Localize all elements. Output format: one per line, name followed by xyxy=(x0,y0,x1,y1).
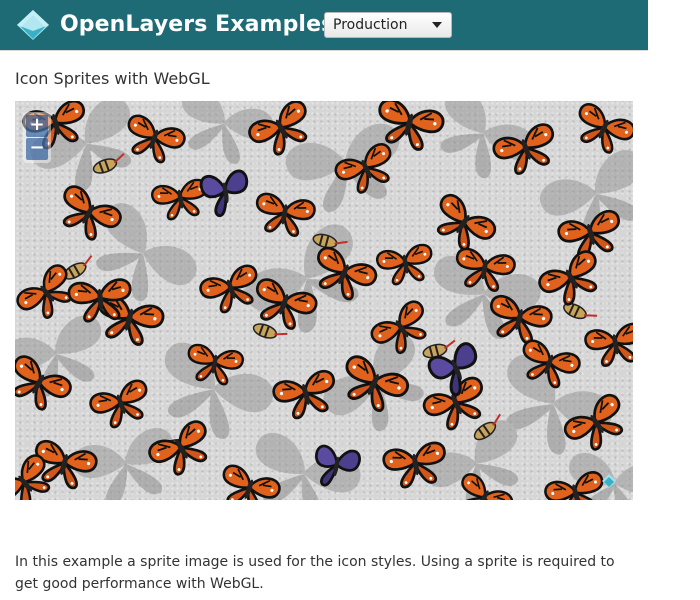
brand-title: OpenLayers Examples xyxy=(60,12,335,37)
openlayers-attribution-icon[interactable] xyxy=(601,473,617,489)
zoom-control: + − xyxy=(23,112,51,163)
butterfly-sprites-layer xyxy=(15,101,633,500)
map-viewport[interactable]: + − xyxy=(15,101,633,500)
openlayers-logo-icon xyxy=(17,10,49,40)
version-select[interactable]: Production xyxy=(324,12,452,38)
example-description: In this example a sprite image is used f… xyxy=(15,554,615,592)
chevron-down-icon xyxy=(432,22,442,28)
brand-link[interactable]: OpenLayers Examples xyxy=(14,6,334,44)
version-select-value: Production xyxy=(333,17,408,33)
zoom-out-button[interactable]: − xyxy=(26,138,48,160)
zoom-in-button[interactable]: + xyxy=(26,115,48,137)
top-navbar: OpenLayers Examples Production xyxy=(0,0,648,50)
page-title: Icon Sprites with WebGL xyxy=(15,69,210,88)
